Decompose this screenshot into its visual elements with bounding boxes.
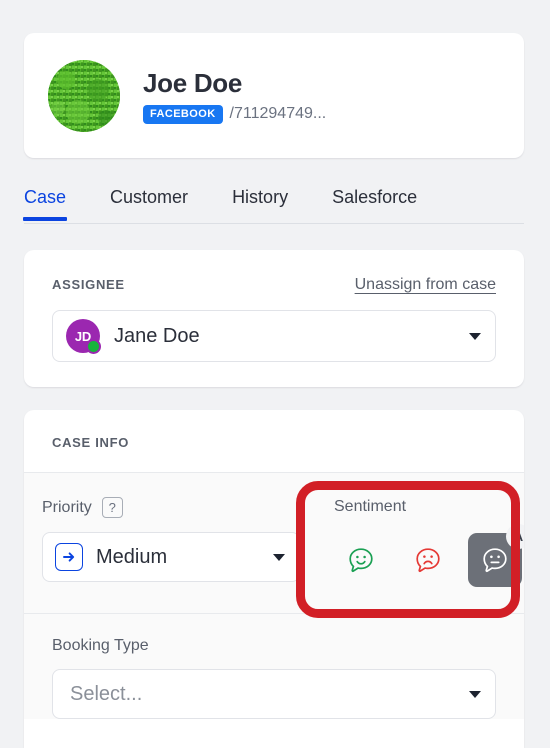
help-icon[interactable]: ? bbox=[101, 497, 123, 518]
contact-subline: FACEBOOK /711294749... bbox=[143, 104, 327, 124]
assignee-section-label: ASSIGNEE bbox=[52, 277, 125, 292]
assignee-name: Jane Doe bbox=[114, 324, 200, 347]
sentiment-field: Sentiment A bbox=[312, 473, 524, 613]
contact-avatar bbox=[48, 59, 120, 132]
chevron-down-icon bbox=[469, 690, 481, 698]
frowning-face-bubble-icon bbox=[416, 548, 440, 573]
case-detail-panel: Joe Doe FACEBOOK /711294749... Case Cust… bbox=[0, 0, 550, 748]
priority-label: Priority bbox=[42, 499, 92, 516]
booking-type-value: Select... bbox=[70, 682, 143, 705]
tab-history[interactable]: History bbox=[232, 178, 288, 221]
contact-name: Joe Doe bbox=[143, 67, 243, 98]
tab-bar: Case Customer History Salesforce bbox=[22, 178, 524, 224]
sentiment-negative-button[interactable] bbox=[401, 533, 455, 587]
tab-salesforce[interactable]: Salesforce bbox=[332, 178, 417, 221]
booking-type-select[interactable]: Select... bbox=[52, 669, 496, 719]
contact-header-card: Joe Doe FACEBOOK /711294749... bbox=[24, 33, 524, 158]
arrow-right-box-icon bbox=[55, 543, 83, 571]
tab-customer[interactable]: Customer bbox=[110, 178, 188, 221]
case-info-card: CASE INFO Priority ? Medium Sentiment A … bbox=[24, 410, 524, 748]
contact-info: Joe Doe FACEBOOK /711294749... bbox=[143, 68, 326, 124]
smiley-face-bubble-icon bbox=[349, 548, 373, 573]
assignee-header: ASSIGNEE Unassign from case bbox=[52, 276, 496, 294]
booking-type-label: Booking Type bbox=[52, 637, 149, 654]
contact-handle: /711294749... bbox=[229, 105, 327, 122]
channel-badge: FACEBOOK bbox=[143, 104, 223, 124]
tab-case[interactable]: Case bbox=[22, 178, 68, 221]
priority-label-wrap: Priority ? bbox=[42, 497, 312, 518]
auto-detected-badge: A bbox=[506, 524, 524, 549]
priority-select[interactable]: Medium bbox=[42, 532, 300, 582]
case-info-header: CASE INFO bbox=[24, 410, 524, 472]
sentiment-label: Sentiment bbox=[334, 498, 407, 515]
priority-sentiment-row: Priority ? Medium Sentiment A bbox=[24, 473, 524, 613]
chevron-down-icon bbox=[273, 553, 285, 561]
case-info-section-label: CASE INFO bbox=[52, 435, 130, 450]
booking-type-field: Booking Type Select... bbox=[24, 614, 524, 719]
assignee-avatar: JD bbox=[66, 319, 101, 354]
online-status-dot bbox=[86, 339, 101, 354]
assignee-select[interactable]: JD Jane Doe bbox=[52, 310, 496, 362]
sentiment-positive-button[interactable] bbox=[334, 533, 388, 587]
priority-field: Priority ? Medium bbox=[24, 473, 312, 613]
sentiment-options: A bbox=[334, 524, 524, 587]
neutral-face-bubble-icon bbox=[483, 548, 507, 573]
chevron-down-icon bbox=[469, 332, 481, 340]
priority-value: Medium bbox=[96, 545, 168, 568]
unassign-from-case-link[interactable]: Unassign from case bbox=[355, 276, 496, 294]
sentiment-neutral-button[interactable]: A bbox=[468, 524, 524, 587]
assignee-card: ASSIGNEE Unassign from case JD Jane Doe bbox=[24, 250, 524, 387]
